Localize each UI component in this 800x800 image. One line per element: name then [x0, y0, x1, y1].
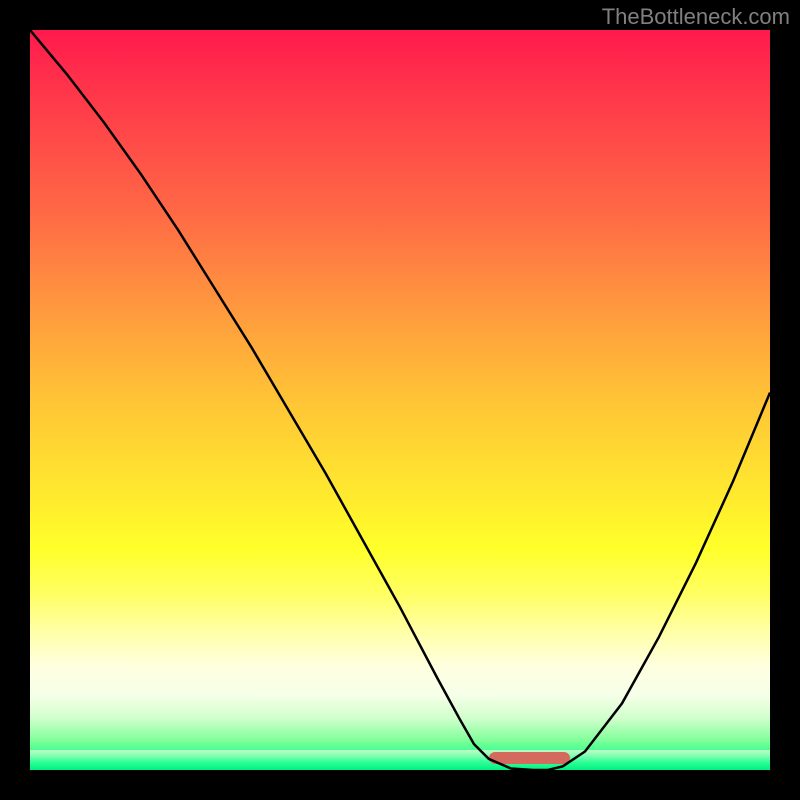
- curve-svg: [30, 30, 770, 770]
- watermark-text: TheBottleneck.com: [602, 4, 790, 30]
- bottleneck-curve-path: [30, 30, 770, 770]
- bottleneck-chart: TheBottleneck.com: [0, 0, 800, 800]
- plot-area: [30, 30, 770, 770]
